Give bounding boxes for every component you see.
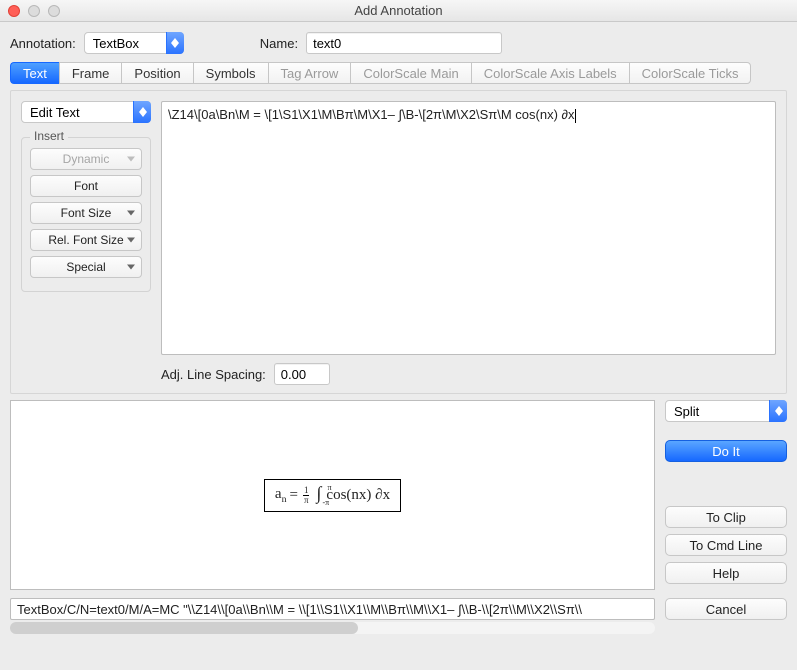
- preview-area: an = 1 π ∫ π -π cos(nx) ∂x Split D: [10, 400, 787, 590]
- formula-box: an = 1 π ∫ π -π cos(nx) ∂x: [264, 479, 401, 512]
- chevron-updown-icon: [166, 32, 184, 54]
- tab-colorscale-main[interactable]: ColorScale Main: [350, 62, 470, 84]
- formula-rhs: cos(nx) ∂x: [326, 487, 390, 504]
- tab-colorscale-axis-labels[interactable]: ColorScale Axis Labels: [471, 62, 629, 84]
- side-buttons: Split Do It To Clip To Cmd Line Help: [665, 400, 787, 590]
- chevron-updown-icon: [769, 400, 787, 422]
- header-row: Annotation: TextBox Name:: [0, 22, 797, 62]
- preview-canvas: an = 1 π ∫ π -π cos(nx) ∂x: [10, 400, 655, 590]
- edit-mode-select[interactable]: Edit Text: [21, 101, 151, 123]
- annotation-select[interactable]: TextBox: [84, 32, 184, 54]
- chevron-down-icon: [127, 238, 135, 243]
- formula-lhs: an: [275, 486, 287, 505]
- tab-symbols[interactable]: Symbols: [193, 62, 268, 84]
- insert-font-size-button[interactable]: Font Size: [30, 202, 142, 224]
- cmdline-output[interactable]: TextBox/C/N=text0/M/A=MC "\\Z14\\[0a\\Bn…: [10, 598, 655, 620]
- titlebar: Add Annotation: [0, 0, 797, 22]
- chevron-updown-icon: [133, 101, 151, 123]
- formula-eq: =: [289, 487, 297, 504]
- integral-icon: ∫ π -π: [316, 486, 321, 504]
- tab-frame[interactable]: Frame: [59, 62, 122, 84]
- insert-rel-font-size-button[interactable]: Rel. Font Size: [30, 229, 142, 251]
- chevron-down-icon: [127, 157, 135, 162]
- split-select[interactable]: Split: [665, 400, 787, 422]
- insert-group: Insert DynamicFontFont SizeRel. Font Siz…: [21, 137, 151, 292]
- name-label: Name:: [260, 36, 298, 51]
- insert-special-button[interactable]: Special: [30, 256, 142, 278]
- help-button[interactable]: Help: [665, 562, 787, 584]
- insert-font-button[interactable]: Font: [30, 175, 142, 197]
- tab-text[interactable]: Text: [10, 62, 59, 84]
- tab-tag-arrow[interactable]: Tag Arrow: [268, 62, 351, 84]
- to-cmd-line-button[interactable]: To Cmd Line: [665, 534, 787, 556]
- tab-colorscale-ticks[interactable]: ColorScale Ticks: [629, 62, 752, 84]
- tab-position[interactable]: Position: [121, 62, 192, 84]
- line-spacing-field[interactable]: [274, 363, 330, 385]
- insert-group-title: Insert: [30, 129, 68, 143]
- window-title: Add Annotation: [0, 3, 797, 18]
- chevron-down-icon: [127, 265, 135, 270]
- line-spacing-row: Adj. Line Spacing:: [161, 363, 776, 385]
- text-panel: Edit Text Insert Dynamic Font Font Size Rel…: [10, 90, 787, 394]
- cancel-button[interactable]: Cancel: [665, 598, 787, 620]
- insert-dynamic-button: Dynamic: [30, 148, 142, 170]
- chevron-down-icon: [127, 211, 135, 216]
- tabs: TextFramePositionSymbolsTag ArrowColorSc…: [10, 62, 787, 84]
- cmdline-row: TextBox/C/N=text0/M/A=MC "\\Z14\\[0a\\Bn…: [10, 598, 787, 620]
- annotation-text-input[interactable]: \Z14\[0a\Bn\M = \[1\S1\X1\M\Bπ\M\X1– ∫\B…: [161, 101, 776, 355]
- do-it-button[interactable]: Do It: [665, 440, 787, 462]
- to-clip-button[interactable]: To Clip: [665, 506, 787, 528]
- cmdline-scrollbar[interactable]: [10, 622, 787, 634]
- formula-fraction: 1 π: [303, 486, 310, 505]
- name-field[interactable]: [306, 32, 502, 54]
- line-spacing-label: Adj. Line Spacing:: [161, 367, 266, 382]
- annotation-label: Annotation:: [10, 36, 76, 51]
